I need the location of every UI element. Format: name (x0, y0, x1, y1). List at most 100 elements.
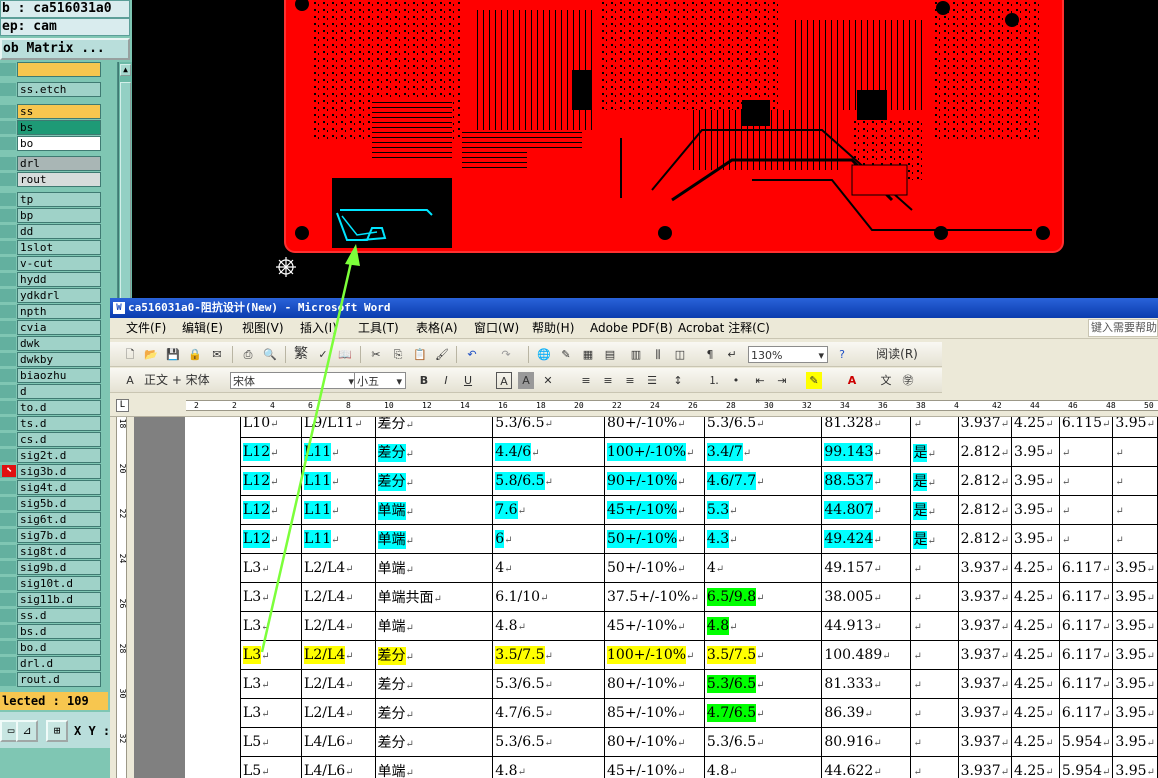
layer-row[interactable]: dwk (0, 336, 118, 351)
table-cell[interactable]: ↵ (1058, 524, 1114, 554)
layer-swatch[interactable] (0, 83, 16, 96)
table-cell[interactable]: ↵ (910, 727, 959, 757)
table-cell[interactable]: L11↵ (301, 524, 376, 554)
layer-swatch[interactable] (0, 529, 16, 542)
hyperlink-icon[interactable]: 🌐 (536, 346, 552, 363)
highlight-icon[interactable]: ✎ (806, 372, 822, 389)
font-color-icon[interactable]: A (844, 372, 860, 389)
layer-swatch[interactable] (0, 497, 16, 510)
layer-name[interactable]: sig11b.d (17, 592, 101, 607)
layer-row[interactable]: rout (0, 172, 118, 187)
table-cell[interactable]: 4.25↵ (1011, 756, 1060, 778)
line-spacing-icon[interactable]: ↕ (670, 372, 686, 389)
underline-icon[interactable]: U (460, 372, 476, 389)
layer-swatch[interactable] (0, 137, 16, 150)
layer-row[interactable]: cvia (0, 320, 118, 335)
table-cell[interactable]: L2/L4↵ (301, 553, 376, 583)
layer-swatch[interactable] (0, 209, 16, 222)
table-cell[interactable]: 4.8↵ (492, 756, 606, 778)
table-cell[interactable]: 50+/-10%↵ (604, 553, 705, 583)
layer-swatch[interactable] (0, 225, 16, 238)
layer-name[interactable]: cs.d (17, 432, 101, 447)
table-cell[interactable]: L11↵ (301, 495, 376, 525)
bold-icon[interactable]: B (416, 372, 432, 389)
layer-swatch[interactable] (0, 369, 16, 382)
traditional-chinese-icon[interactable]: 繁 (293, 346, 309, 363)
table-cell[interactable]: 100.489↵ (821, 640, 912, 670)
save-icon[interactable]: 💾 (165, 346, 181, 363)
table-cell[interactable]: ↵ (1058, 495, 1114, 525)
table-cell[interactable]: 45+/-10%↵ (604, 756, 705, 778)
table-cell[interactable]: 80+/-10%↵ (604, 417, 705, 438)
layer-name[interactable]: npth (17, 304, 101, 319)
menu-item[interactable]: 工具(T) (358, 320, 399, 337)
layer-swatch[interactable] (0, 609, 16, 622)
layer-swatch[interactable] (0, 481, 16, 494)
layer-name[interactable]: bo.d (17, 640, 101, 655)
table-cell[interactable]: 5.954↵ (1058, 756, 1114, 778)
open-folder-icon[interactable]: 📂 (143, 346, 159, 363)
layer-swatch[interactable] (0, 63, 16, 76)
pcb-graphic-view[interactable] (132, 0, 1158, 298)
table-cell[interactable]: L3↵ (239, 640, 303, 670)
layer-row[interactable]: sig2t.d (0, 448, 118, 463)
table-cell[interactable]: 5.954↵ (1058, 727, 1114, 757)
layer-swatch[interactable] (0, 593, 16, 606)
table-cell[interactable]: 3.95↵ (1112, 640, 1158, 670)
table-cell[interactable]: 80+/-10%↵ (604, 669, 705, 699)
layer-swatch[interactable] (0, 577, 16, 590)
layer-swatch[interactable] (0, 353, 16, 366)
table-cell[interactable]: 是↵ (910, 437, 959, 467)
menu-item[interactable]: 文件(F) (126, 320, 166, 337)
table-cell[interactable]: ↵ (910, 417, 959, 438)
table-cell[interactable]: L3↵ (239, 553, 303, 583)
layer-name[interactable]: bp (17, 208, 101, 223)
table-cell[interactable]: 3.5/7.5↵ (492, 640, 606, 670)
table-cell[interactable]: 4.8↵ (703, 756, 823, 778)
table-cell[interactable]: 差分↵ (374, 727, 494, 757)
table-cell[interactable]: 100+/-10%↵ (604, 640, 705, 670)
layer-swatch[interactable] (0, 513, 16, 526)
table-cell[interactable]: ↵ (1112, 466, 1158, 496)
table-cell[interactable]: 3.95↵ (1011, 437, 1060, 467)
print-icon[interactable]: ⎙ (240, 346, 256, 363)
table-cell[interactable]: L10↵ (239, 417, 303, 438)
layer-name[interactable]: sig2t.d (17, 448, 101, 463)
table-cell[interactable]: 单端↵ (374, 524, 494, 554)
table-cell[interactable]: 44.807↵ (821, 495, 912, 525)
layer-row[interactable]: sig5b.d (0, 496, 118, 511)
table-cell[interactable]: 3.95↵ (1112, 582, 1158, 612)
table-cell[interactable]: 3.95↵ (1112, 698, 1158, 728)
char-border-icon[interactable]: A (496, 372, 512, 389)
paste-icon[interactable]: 📋 (412, 346, 428, 363)
table-cell[interactable]: 6.117↵ (1058, 553, 1114, 583)
layer-row[interactable]: ss.etch (0, 82, 118, 97)
menu-item[interactable]: 窗口(W) (474, 320, 519, 337)
table-cell[interactable]: 差分↵ (374, 437, 494, 467)
layer-name[interactable]: cvia (17, 320, 101, 335)
layer-swatch[interactable] (0, 657, 16, 670)
char-shading-icon[interactable]: A (518, 372, 534, 389)
layer-row[interactable]: bs.d (0, 624, 118, 639)
table-cell[interactable]: 4.4/6↵ (492, 437, 606, 467)
layer-name[interactable]: d (17, 384, 101, 399)
layer-name[interactable]: hydd (17, 272, 101, 287)
align-right-icon[interactable]: ≡ (622, 372, 638, 389)
layer-swatch[interactable] (0, 257, 16, 270)
layer-name[interactable]: ydkdrl (17, 288, 101, 303)
table-cell[interactable]: 单端↵ (374, 495, 494, 525)
layer-name[interactable]: bs.d (17, 624, 101, 639)
layer-row[interactable]: to.d (0, 400, 118, 415)
table-cell[interactable]: 3.937↵ (957, 553, 1013, 583)
table-cell[interactable]: L12↵ (239, 466, 303, 496)
layer-name[interactable]: ss (17, 104, 101, 119)
grid-icon[interactable]: ⊞ (46, 720, 68, 742)
layer-row[interactable]: 1slot (0, 240, 118, 255)
table-cell[interactable]: 44.622↵ (821, 756, 912, 778)
table-cell[interactable]: 6.5/9.8↵ (703, 582, 823, 612)
layer-name[interactable]: sig3b.d (17, 464, 101, 479)
table-cell[interactable]: 5.3/6.5↵ (703, 669, 823, 699)
layer-row[interactable]: ss.d (0, 608, 118, 623)
layer-name[interactable]: v-cut (17, 256, 101, 271)
table-cell[interactable]: ↵ (1058, 466, 1114, 496)
